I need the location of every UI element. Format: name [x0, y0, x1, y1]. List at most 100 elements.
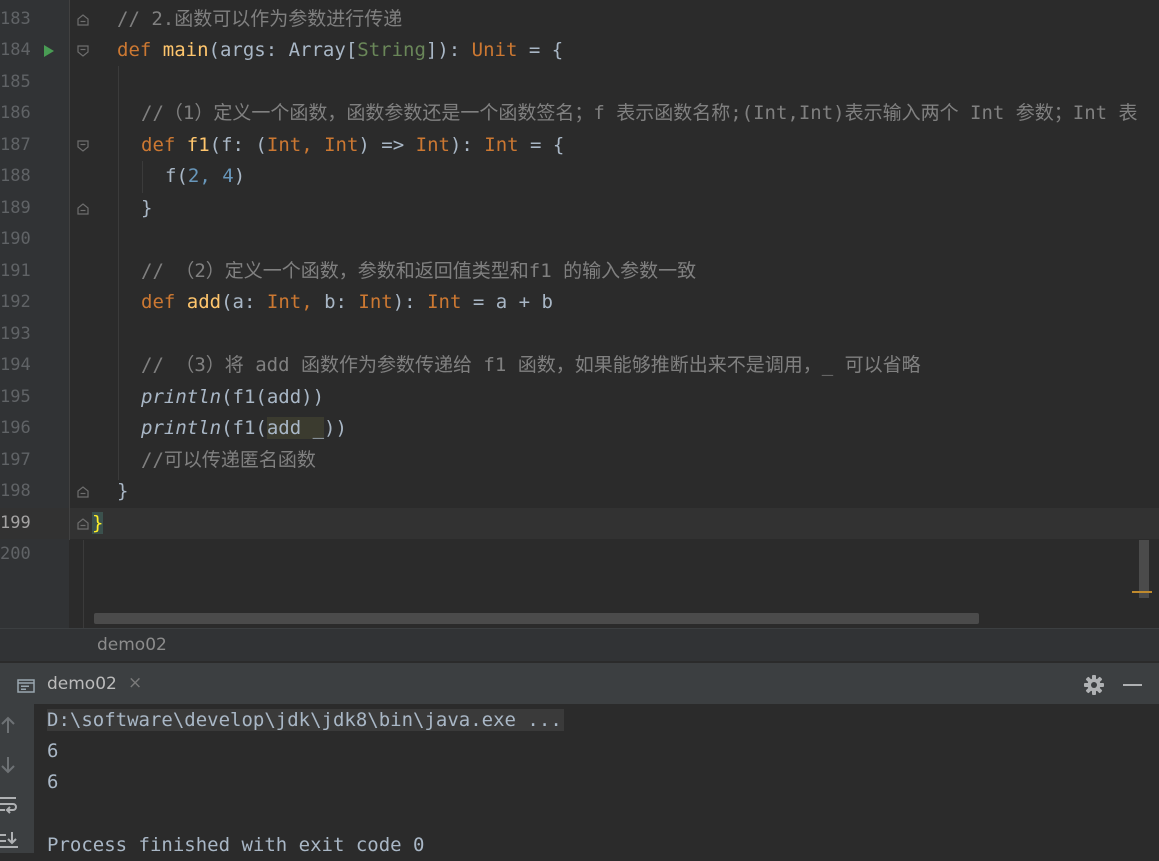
code-text: (args: Array[ — [208, 39, 358, 61]
type-name: Int, — [266, 291, 313, 313]
line-number: 190 — [0, 229, 31, 249]
code-line-183: // 2.函数可以作为参数进行传递 — [117, 8, 403, 30]
type-name: Int — [427, 291, 462, 313]
code-line-194: // （3）将 add 函数作为参数传递给 f1 函数，如果能够推断出来不是调用… — [141, 354, 921, 376]
line-number: 198 — [0, 481, 31, 501]
line-number: 195 — [0, 387, 31, 407]
breadcrumb[interactable]: demo02 — [0, 628, 1159, 661]
run-tab-label: demo02 — [47, 674, 117, 694]
type-name: Int — [324, 134, 359, 156]
code-text: (f: ( — [209, 134, 267, 156]
run-gutter-icon[interactable] — [43, 43, 55, 57]
close-icon[interactable]: × — [128, 673, 142, 693]
code-line-196: println(f1(add _)) — [141, 413, 347, 444]
line-number: 200 — [0, 544, 31, 564]
code-line-187: def f1(f: (Int, Int) => Int): Int = { — [141, 130, 564, 161]
code-text: f( — [165, 165, 188, 187]
console-output[interactable]: D:\software\develop\jdk\jdk8\bin\java.ex… — [0, 704, 1159, 856]
type-name: Int — [358, 291, 393, 313]
console-command-line: D:\software\develop\jdk\jdk8\bin\java.ex… — [47, 705, 564, 736]
current-line-highlight — [70, 508, 1159, 539]
number-literal: 4 — [222, 165, 234, 187]
console-output-line: 6 — [47, 771, 59, 793]
soft-wrap-icon[interactable] — [0, 794, 20, 816]
function-call: println — [141, 417, 222, 439]
code-text: ): — [392, 291, 428, 313]
gutter-divider — [69, 0, 70, 540]
matched-brace: } — [92, 512, 104, 534]
line-number: 186 — [0, 103, 31, 123]
type-name: Int — [484, 134, 519, 156]
line-number: 196 — [0, 418, 31, 438]
code-text: = { — [517, 39, 564, 61]
code-text: ) => — [358, 134, 416, 156]
function-call: println — [141, 386, 222, 408]
fold-start-icon[interactable] — [76, 44, 90, 58]
function-name: add — [186, 291, 222, 313]
function-name: f1 — [186, 134, 210, 156]
number-literal: 2 — [187, 165, 200, 187]
line-number: 183 — [0, 9, 31, 29]
scrollbar-warning-marker[interactable] — [1132, 591, 1152, 593]
line-number: 184 — [0, 40, 31, 60]
indent-guide — [142, 161, 143, 193]
code-line-184: def main(args: Array[String]): Unit = { — [117, 35, 563, 66]
line-number: 194 — [0, 355, 31, 375]
fold-end-icon[interactable] — [76, 13, 90, 27]
type-name: Int, — [266, 134, 313, 156]
scroll-to-end-icon[interactable] — [0, 830, 20, 852]
code-text: (f1(add)) — [221, 386, 325, 408]
run-config-icon — [17, 678, 35, 693]
code-line-199: } — [92, 508, 104, 539]
code-text: (f1( — [221, 417, 267, 439]
type-name: String — [357, 39, 426, 61]
highlighted-expression: add _ — [266, 417, 325, 439]
run-tool-window-header: demo02 × — [0, 662, 1159, 705]
code-line-188: f(2, 4) — [165, 161, 245, 192]
line-number: 192 — [0, 292, 31, 312]
code-line-186: //（1）定义一个函数，函数参数还是一个函数签名；f 表示函数名称;(Int,I… — [141, 102, 1138, 124]
code-text: ) — [233, 165, 246, 187]
code-text: ): — [449, 134, 485, 156]
code-text: , — [199, 165, 223, 187]
up-arrow-icon[interactable] — [0, 714, 20, 736]
minimize-icon[interactable] — [1123, 684, 1142, 686]
vertical-scrollbar[interactable] — [1139, 540, 1149, 598]
keyword: def — [117, 39, 152, 61]
type-name: Int — [415, 134, 450, 156]
code-text: )) — [324, 417, 347, 439]
code-text: = { — [518, 134, 565, 156]
horizontal-scrollbar[interactable] — [94, 613, 979, 624]
line-number: 197 — [0, 450, 31, 470]
console-toolbar — [0, 704, 34, 853]
fold-end-icon[interactable] — [76, 517, 90, 531]
line-number: 191 — [0, 261, 31, 281]
console-output-line: 6 — [47, 740, 59, 762]
code-line-198: } — [117, 480, 129, 502]
fold-start-icon[interactable] — [76, 139, 90, 153]
keyword: def — [141, 134, 176, 156]
console-command[interactable]: D:\software\develop\jdk\jdk8\bin\java.ex… — [47, 709, 564, 731]
fold-end-icon[interactable] — [76, 485, 90, 499]
fold-end-icon[interactable] — [76, 202, 90, 216]
code-text: b: — [312, 291, 359, 313]
line-number: 189 — [0, 198, 31, 218]
breadcrumb-item[interactable]: demo02 — [97, 635, 167, 655]
code-editor[interactable]: 183 184 185 186 187 188 189 190 191 192 … — [0, 0, 1159, 628]
code-text: (a: — [221, 291, 267, 313]
indent-guide — [118, 66, 119, 480]
code-text: ]): — [425, 39, 472, 61]
gutter-fold-line — [83, 540, 84, 628]
code-line-191: // （2）定义一个函数，参数和返回值类型和f1 的输入参数一致 — [141, 260, 697, 282]
code-line-197: //可以传递匿名函数 — [141, 449, 316, 471]
down-arrow-icon[interactable] — [0, 754, 20, 776]
gear-icon[interactable] — [1083, 674, 1105, 696]
keyword: def — [141, 291, 176, 313]
run-tab-demo02[interactable]: demo02 × — [0, 663, 153, 705]
line-number: 185 — [0, 72, 31, 92]
line-number-current: 199 — [0, 513, 31, 533]
code-line-195: println(f1(add)) — [141, 382, 324, 413]
function-name: main — [162, 39, 209, 61]
line-number: 187 — [0, 135, 31, 155]
